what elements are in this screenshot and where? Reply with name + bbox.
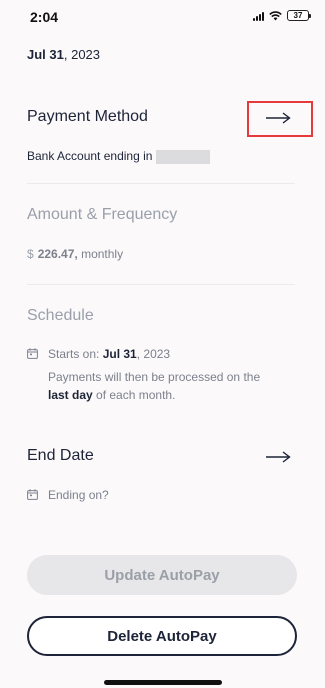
arrow-right-icon — [266, 451, 291, 463]
bank-account-text: Bank Account ending in — [27, 149, 153, 163]
redacted-account-number — [156, 149, 211, 164]
frequency-value: monthly — [81, 247, 124, 261]
end-date-arrow-button[interactable] — [263, 449, 293, 465]
starts-on-date-year: , 2023 — [136, 347, 171, 361]
bank-account-line: Bank Account ending in — [27, 149, 211, 164]
amount-line: $226.47, monthly — [27, 247, 123, 261]
schedule-note-line1: Payments will then be processed on the — [48, 370, 261, 384]
divider — [27, 284, 295, 285]
top-date: Jul 31, 2023 — [27, 47, 100, 62]
payment-method-title: Payment Method — [27, 108, 148, 125]
status-icons: 37 — [253, 10, 311, 21]
battery-icon: 37 — [287, 10, 311, 21]
top-date-year: , 2023 — [63, 47, 101, 62]
end-date-title: End Date — [27, 447, 94, 464]
status-time: 2:04 — [30, 9, 59, 25]
battery-level: 37 — [293, 11, 303, 20]
starts-on-date-bold: Jul 31 — [102, 347, 137, 361]
ending-on-field[interactable]: Ending on? — [48, 488, 109, 502]
home-indicator — [104, 680, 222, 685]
schedule-note-bold: last day — [48, 388, 93, 402]
schedule-title: Schedule — [27, 307, 94, 324]
schedule-note-rest: of each month. — [92, 388, 176, 402]
starts-on-label: Starts on: — [48, 347, 100, 361]
calendar-icon — [27, 489, 38, 500]
wifi-icon — [269, 10, 282, 20]
top-date-month-day: Jul 31 — [27, 47, 64, 62]
starts-on-line: Starts on: Jul 31, 2023 — [48, 347, 170, 361]
divider — [27, 183, 295, 184]
amount-value: 226.47, — [37, 247, 78, 261]
amount-frequency-title: Amount & Frequency — [27, 206, 178, 223]
currency-symbol: $ — [27, 247, 34, 261]
signal-icon — [253, 11, 264, 21]
schedule-note-line2: last day of each month. — [48, 388, 175, 402]
delete-autopay-button[interactable]: Delete AutoPay — [27, 616, 297, 656]
update-autopay-button[interactable]: Update AutoPay — [27, 555, 297, 595]
highlight-box — [247, 101, 313, 137]
status-bar: 2:04 37 — [0, 0, 325, 34]
calendar-icon — [27, 348, 38, 359]
